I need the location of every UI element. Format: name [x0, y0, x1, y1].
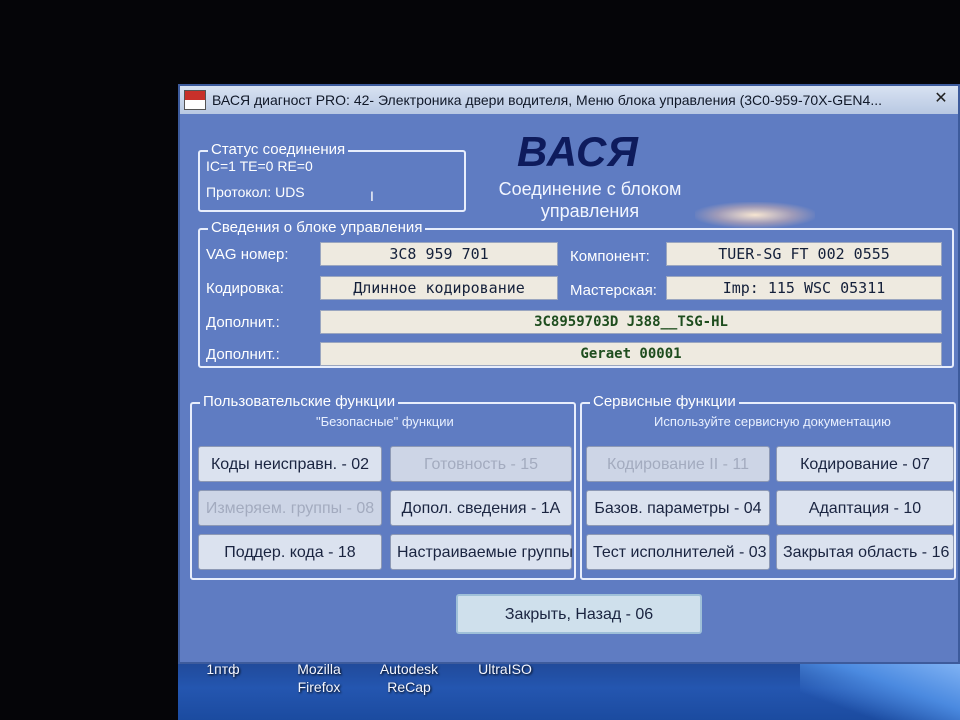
service-functions-subtitle: Используйте сервисную документацию — [654, 414, 891, 429]
user-functions-subtitle: "Безопасные" функции — [316, 414, 454, 429]
desktop-icon-firefox[interactable]: Mozilla Firefox — [274, 642, 364, 696]
measuring-groups-button[interactable]: Измеряем. группы - 08 — [198, 490, 382, 526]
protocol-label: Протокол: UDS — [206, 184, 305, 200]
connection-indicator: I — [370, 188, 374, 204]
title-bar[interactable]: ВАСЯ диагност PRO: 42- Электроника двери… — [180, 86, 958, 114]
extra-info-button[interactable]: Допол. сведения - 1А — [390, 490, 572, 526]
user-functions-group: Пользовательские функции "Безопасные" фу… — [190, 393, 576, 580]
basic-settings-button[interactable]: Базов. параметры - 04 — [586, 490, 770, 526]
service-functions-title: Сервисные функции — [590, 393, 739, 410]
code-support-button[interactable]: Поддер. кода - 18 — [198, 534, 382, 570]
desktop-icon-label: Autodesk ReCap — [379, 661, 439, 695]
screen-glare — [695, 202, 815, 228]
extra-info-field-1: 3C8959703D J388__TSG-HL — [320, 310, 942, 334]
close-back-button[interactable]: Закрыть, Назад - 06 — [456, 594, 702, 634]
adaptation-button[interactable]: Адаптация - 10 — [776, 490, 954, 526]
fault-codes-button[interactable]: Коды неисправн. - 02 — [198, 446, 382, 482]
coding-field: Длинное кодирование — [320, 276, 558, 300]
component-label: Компонент: — [570, 248, 650, 265]
control-unit-info-title: Сведения о блоке управления — [208, 219, 426, 236]
security-access-button[interactable]: Закрытая область - 16 — [776, 534, 954, 570]
control-unit-info-group: Сведения о блоке управления VAG номер: 3… — [198, 219, 954, 368]
vasya-logo: ВАСЯ — [517, 128, 639, 175]
component-field: TUER-SG FT 002 0555 — [666, 242, 942, 266]
desktop-icon-autodesk-recap[interactable]: Autodesk ReCap — [364, 642, 454, 696]
extra-info-field-2: Geraet 00001 — [320, 342, 942, 366]
window-title: ВАСЯ диагност PRO: 42- Электроника двери… — [212, 92, 882, 108]
vag-number-field: 3C8 959 701 — [320, 242, 558, 266]
coding-button[interactable]: Кодирование - 07 — [776, 446, 954, 482]
output-tests-button[interactable]: Тест исполнителей - 03 — [586, 534, 770, 570]
service-functions-group: Сервисные функции Используйте сервисную … — [580, 393, 956, 580]
connection-caption: Соединение с блоком управления — [498, 179, 682, 221]
coding-label: Кодировка: — [206, 280, 284, 297]
vasya-diagnostic-window: ВАСЯ диагност PRO: 42- Электроника двери… — [178, 84, 960, 664]
extra-info-label-2: Дополнит.: — [206, 346, 280, 363]
coding-ii-button[interactable]: Кодирование II - 11 — [586, 446, 770, 482]
workshop-label: Мастерская: — [570, 282, 657, 299]
connection-status-title: Статус соединения — [208, 141, 349, 158]
user-functions-title: Пользовательские функции — [200, 393, 399, 410]
extra-info-label-1: Дополнит.: — [206, 314, 280, 331]
app-icon — [184, 90, 206, 110]
connection-counters: IC=1 TE=0 RE=0 — [206, 158, 313, 174]
workshop-field: Imp: 115 WSC 05311 — [666, 276, 942, 300]
close-icon[interactable]: ✕ — [928, 89, 954, 109]
window-client-area: Статус соединения IC=1 TE=0 RE=0 Протоко… — [180, 114, 958, 662]
connection-status-group: Статус соединения IC=1 TE=0 RE=0 Протоко… — [198, 141, 466, 212]
vag-number-label: VAG номер: — [206, 246, 289, 263]
desktop-icon-label: Mozilla Firefox — [297, 661, 341, 695]
readiness-button[interactable]: Готовность - 15 — [390, 446, 572, 482]
custom-groups-button[interactable]: Настраиваемые группы — [390, 534, 573, 570]
